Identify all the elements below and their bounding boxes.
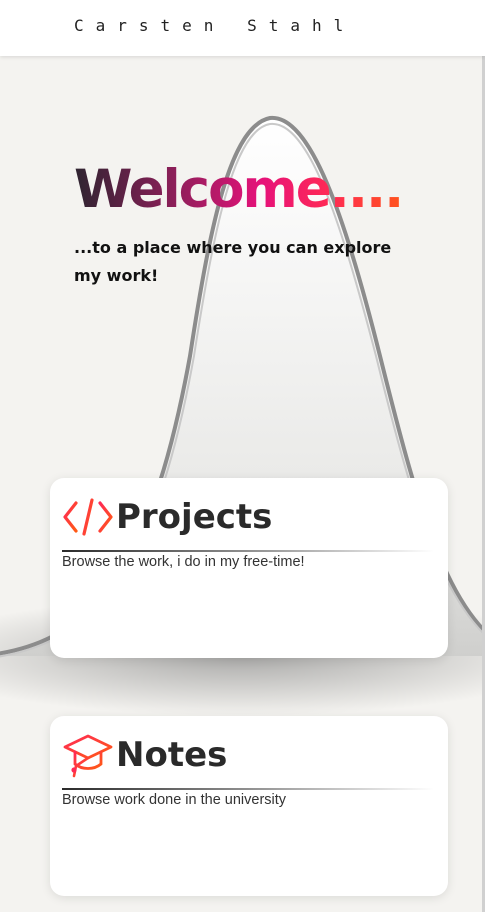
hero-section: Welcome.... ...to a place where you can … xyxy=(74,158,414,290)
welcome-subtitle: ...to a place where you can explore my w… xyxy=(74,238,392,285)
projects-card-title: Projects xyxy=(116,497,273,537)
notes-card-header: Notes xyxy=(62,730,227,780)
notes-card-title: Notes xyxy=(116,735,228,775)
projects-card[interactable]: Projects Browse the work, i do in my fre… xyxy=(50,478,448,658)
card-divider xyxy=(62,550,434,552)
code-brackets-icon xyxy=(62,492,114,542)
graduation-cap-icon xyxy=(62,730,114,780)
card-divider xyxy=(62,788,434,790)
notes-card-description: Browse work done in the university xyxy=(62,792,287,808)
notes-card[interactable]: Notes Browse work done in the university xyxy=(50,716,448,896)
projects-card-header: Projects xyxy=(62,492,272,542)
projects-card-description: Browse the work, i do in my free-time! xyxy=(62,554,305,570)
top-header: Carsten Stahl xyxy=(0,0,485,56)
welcome-title: Welcome.... xyxy=(74,158,414,222)
brand-name[interactable]: Carsten Stahl xyxy=(74,16,355,35)
